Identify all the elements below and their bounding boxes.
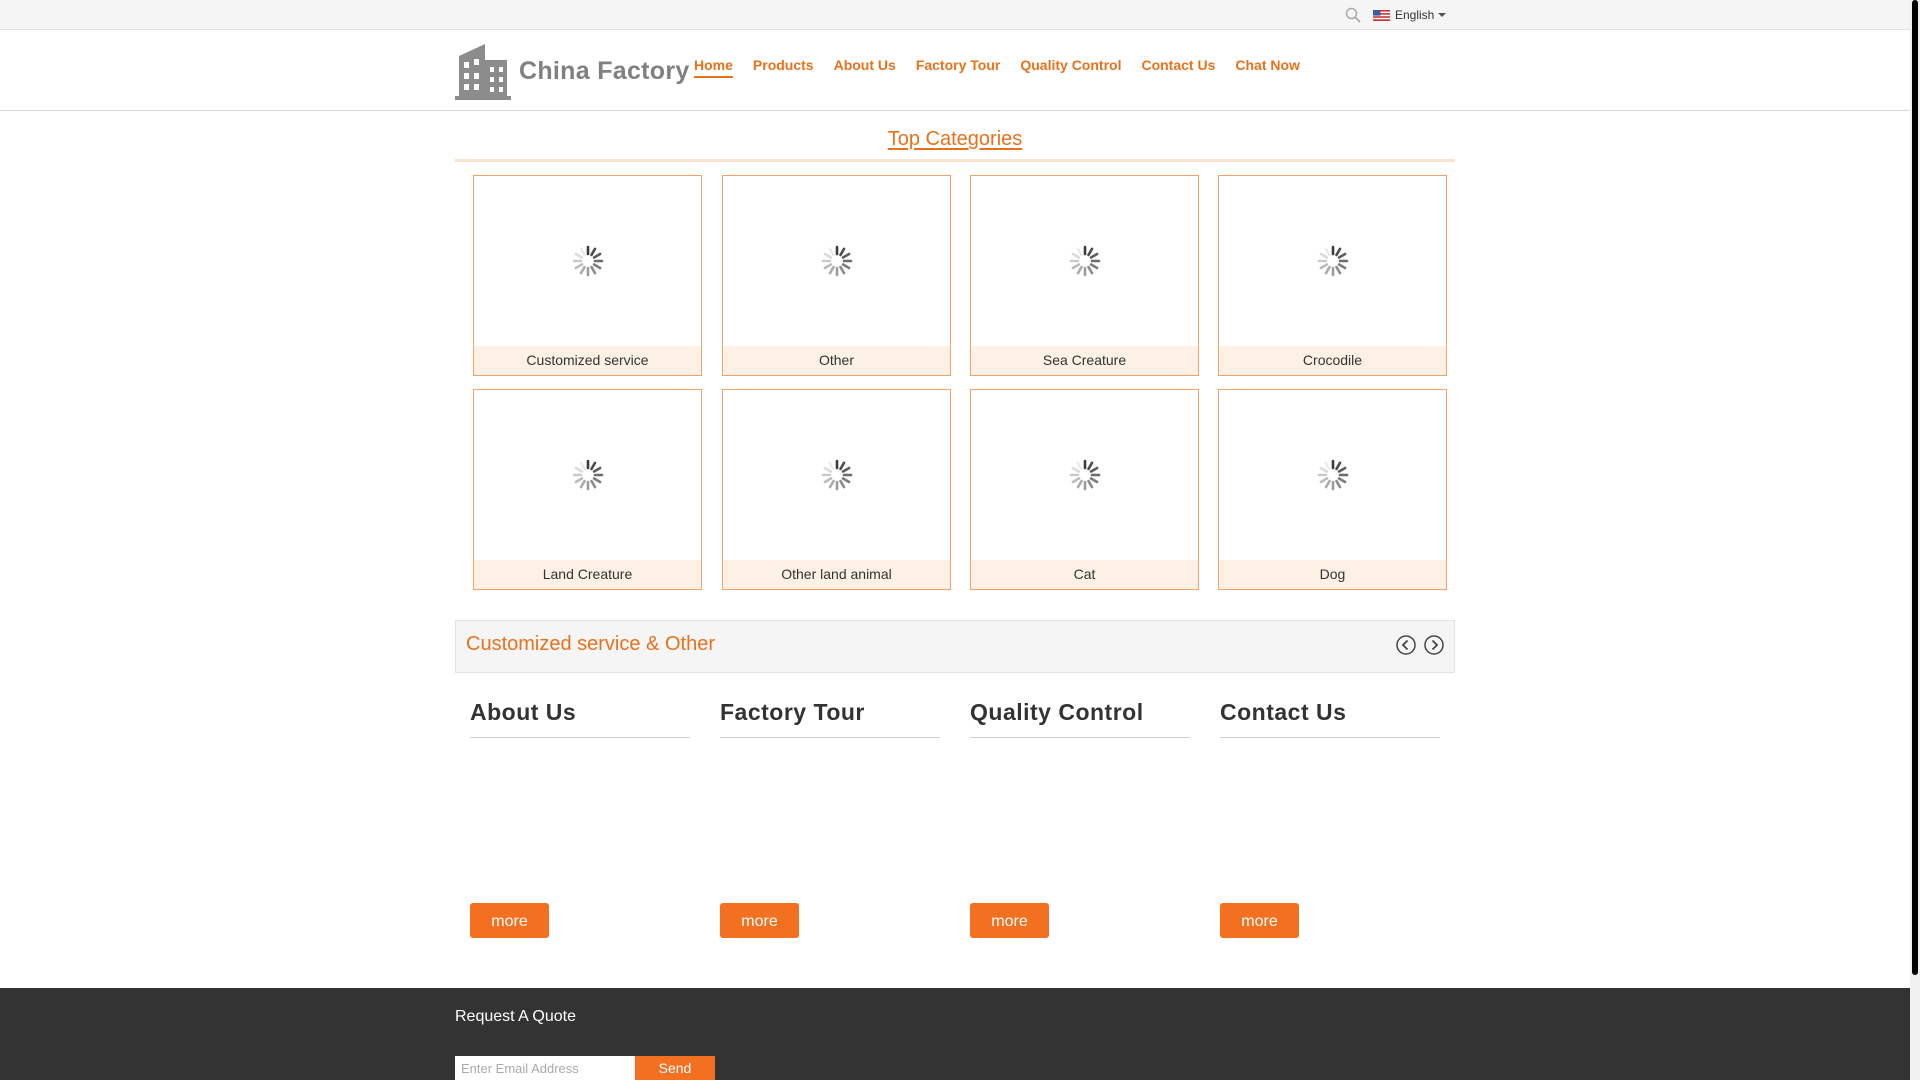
column-title: Factory Tour <box>720 699 865 725</box>
category-card-customized-service[interactable]: Customized service <box>473 175 702 376</box>
loading-spinner-icon <box>723 176 950 346</box>
category-card-land-creature[interactable]: Land Creature <box>473 389 702 590</box>
scrollbar-thumb[interactable] <box>1912 0 1918 975</box>
category-label: Sea Creature <box>971 346 1198 375</box>
featured-strip-title: Customized service & Other <box>466 633 715 655</box>
language-selector[interactable]: English <box>1373 6 1447 24</box>
category-label: Customized service <box>474 346 701 375</box>
category-card-sea-creature[interactable]: Sea Creature <box>970 175 1199 376</box>
search-icon[interactable] <box>1345 7 1361 23</box>
send-button[interactable]: Send <box>635 1056 715 1080</box>
us-flag-icon <box>1373 9 1390 21</box>
category-label: Other land animal <box>723 560 950 589</box>
category-label: Dog <box>1219 560 1446 589</box>
info-column-about-us: About Us more <box>470 695 690 938</box>
factory-building-icon <box>455 44 511 100</box>
footer: Request A Quote Send <box>0 988 1910 1080</box>
category-card-other[interactable]: Other <box>722 175 951 376</box>
nav-home[interactable]: Home <box>694 57 733 78</box>
chevron-right-icon[interactable] <box>1424 635 1444 655</box>
category-label: Cat <box>971 560 1198 589</box>
column-title: About Us <box>470 699 577 725</box>
email-input[interactable] <box>455 1056 635 1080</box>
main-nav: Home Products About Us Factory Tour Qual… <box>694 57 1320 78</box>
loading-spinner-icon <box>971 390 1198 560</box>
site-header: China Factory Home Products About Us Fac… <box>0 30 1910 111</box>
column-title: Quality Control <box>970 699 1144 725</box>
top-categories-title-text[interactable]: Top Categories <box>888 128 1023 150</box>
divider <box>470 737 690 738</box>
nav-products[interactable]: Products <box>753 57 814 78</box>
chevron-left-icon[interactable] <box>1396 635 1416 655</box>
category-card-other-land-animal[interactable]: Other land animal <box>722 389 951 590</box>
divider <box>1220 737 1440 738</box>
category-label: Other <box>723 346 950 375</box>
loading-spinner-icon <box>723 390 950 560</box>
category-card-cat[interactable]: Cat <box>970 389 1199 590</box>
language-label: English <box>1395 8 1435 22</box>
column-title: Contact Us <box>1220 699 1347 725</box>
scrollbar[interactable] <box>1910 0 1920 1080</box>
info-column-quality-control: Quality Control more <box>970 695 1190 938</box>
featured-strip: Customized service & Other <box>455 620 1455 673</box>
top-utility-bar: English <box>0 0 1910 30</box>
more-button[interactable]: more <box>1220 903 1299 938</box>
category-label: Crocodile <box>1219 346 1446 375</box>
divider <box>970 737 1190 738</box>
chevron-down-icon <box>1438 13 1447 17</box>
more-button[interactable]: more <box>720 903 799 938</box>
top-categories-title: Top Categories <box>455 128 1455 151</box>
more-button[interactable]: more <box>470 903 549 938</box>
brand-name: China Factory <box>519 56 690 85</box>
loading-spinner-icon <box>474 176 701 346</box>
divider <box>455 159 1455 162</box>
more-button[interactable]: more <box>970 903 1049 938</box>
divider <box>720 737 940 738</box>
loading-spinner-icon <box>474 390 701 560</box>
nav-about-us[interactable]: About Us <box>834 57 896 78</box>
nav-chat-now[interactable]: Chat Now <box>1235 57 1300 78</box>
info-column-contact-us: Contact Us more <box>1220 695 1440 938</box>
nav-contact-us[interactable]: Contact Us <box>1141 57 1215 78</box>
loading-spinner-icon <box>1219 176 1446 346</box>
info-column-factory-tour: Factory Tour more <box>720 695 940 938</box>
brand-logo[interactable]: China Factory <box>455 42 690 100</box>
request-quote-title: Request A Quote <box>455 1008 576 1025</box>
loading-spinner-icon <box>1219 390 1446 560</box>
category-label: Land Creature <box>474 560 701 589</box>
nav-factory-tour[interactable]: Factory Tour <box>916 57 1001 78</box>
loading-spinner-icon <box>971 176 1198 346</box>
nav-quality-control[interactable]: Quality Control <box>1020 57 1121 78</box>
category-card-dog[interactable]: Dog <box>1218 389 1447 590</box>
category-card-crocodile[interactable]: Crocodile <box>1218 175 1447 376</box>
